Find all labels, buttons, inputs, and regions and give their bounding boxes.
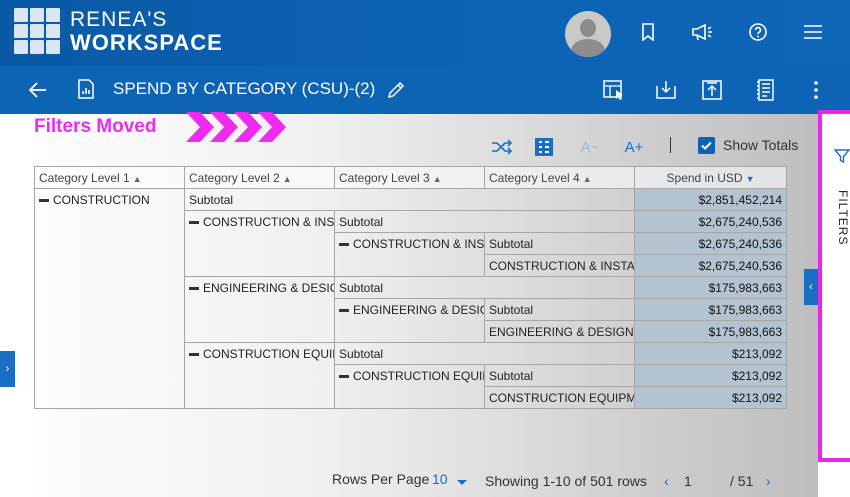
total-pages-text: / 51 <box>730 473 754 489</box>
sort-asc-icon: ▲ <box>582 173 592 184</box>
brand-line-1: RENEA'S <box>70 8 168 31</box>
sort-asc-icon: ▲ <box>132 173 142 184</box>
toolbar-divider <box>670 137 671 153</box>
report-titlebar: SPEND BY CATEGORY (CSU)-(2) <box>0 66 850 114</box>
sort-asc-icon: ▲ <box>432 173 442 184</box>
workspace-brand: RENEA'S WORKSPACE <box>70 9 223 55</box>
filter-funnel-icon[interactable] <box>834 148 850 164</box>
level3-cell[interactable]: CONSTRUCTION EQUIPMENT <box>334 364 485 409</box>
annotation-chevrons-icon <box>186 112 286 142</box>
page-title: SPEND BY CATEGORY (CSU)-(2) <box>113 79 376 98</box>
brand-line-2: WORKSPACE <box>70 30 223 55</box>
level3-cell[interactable]: ENGINEERING & DESIGN <box>334 298 485 343</box>
show-totals-checkbox[interactable] <box>698 137 715 154</box>
level2-cell[interactable]: CONSTRUCTION EQUIPMENT <box>184 342 335 409</box>
pivot-table-icon[interactable] <box>532 136 556 158</box>
level4-cell: CONSTRUCTION & INSTALLATION <box>484 254 635 277</box>
collapse-icon[interactable] <box>189 221 199 225</box>
filters-label[interactable]: FILTERS <box>836 190 850 245</box>
upload-icon[interactable] <box>700 78 724 102</box>
spend-value: $2,851,452,214 <box>634 188 787 211</box>
collapse-icon[interactable] <box>339 375 349 379</box>
report-icon <box>78 79 96 99</box>
download-icon[interactable] <box>654 78 678 102</box>
megaphone-icon[interactable] <box>690 20 714 44</box>
column-header-category-level-2[interactable]: Category Level 2 ▲ <box>184 166 335 189</box>
more-vertical-icon[interactable] <box>804 78 828 102</box>
font-increase-button[interactable]: A+ <box>622 136 646 158</box>
dropdown-caret-icon[interactable] <box>456 474 468 490</box>
show-totals-label[interactable]: Show Totals <box>723 137 798 153</box>
subtotal-cell: Subtotal <box>184 188 635 211</box>
collapse-icon[interactable] <box>189 353 199 357</box>
table-row: CONSTRUCTION Subtotal $2,851,452,214 <box>34 188 787 409</box>
table-header-row: Category Level 1 ▲ Category Level 2 ▲ Cate… <box>34 166 787 189</box>
drill-table-icon[interactable] <box>602 78 626 102</box>
right-panel-collapse-icon[interactable]: ‹ <box>804 269 818 305</box>
subtotal-cell: Subtotal <box>334 276 635 299</box>
annotation-filters-moved: Filters Moved <box>34 116 157 137</box>
spend-value: $2,675,240,536 <box>634 232 787 255</box>
subtotal-cell: Subtotal <box>484 364 635 387</box>
column-header-category-level-4[interactable]: Category Level 4 ▲ <box>484 166 635 189</box>
spend-value: $175,983,663 <box>634 298 787 321</box>
rows-per-page-label: Rows Per Page <box>332 471 430 487</box>
spend-value: $213,092 <box>634 342 787 365</box>
collapse-icon[interactable] <box>189 287 199 291</box>
collapse-icon[interactable] <box>39 199 49 203</box>
showing-rows-text: Showing 1-10 of 501 rows <box>485 473 647 489</box>
spend-value: $175,983,663 <box>634 276 787 299</box>
spend-value: $213,092 <box>634 364 787 387</box>
back-arrow-icon[interactable] <box>26 78 50 102</box>
help-icon[interactable] <box>746 20 770 44</box>
spend-value: $2,675,240,536 <box>634 210 787 233</box>
current-page-input[interactable]: 1 <box>684 473 692 489</box>
rows-per-page-select[interactable]: 10 <box>432 471 448 487</box>
pivot-table: Category Level 1 ▲ Category Level 2 ▲ Cate… <box>34 166 787 409</box>
subtotal-cell: Subtotal <box>484 232 635 255</box>
font-decrease-button[interactable]: A− <box>578 136 602 158</box>
app-header: RENEA'S WORKSPACE <box>0 0 850 66</box>
shuffle-icon[interactable] <box>490 136 514 158</box>
level4-cell: CONSTRUCTION EQUIPMENT <box>484 386 635 409</box>
level1-cell[interactable]: CONSTRUCTION <box>34 188 185 409</box>
filters-panel[interactable]: FILTERS <box>818 110 850 462</box>
level2-cell[interactable]: CONSTRUCTION & INSTALLATION <box>184 210 335 277</box>
spend-value: $213,092 <box>634 386 787 409</box>
bookmark-icon[interactable] <box>636 20 660 44</box>
column-header-category-level-1[interactable]: Category Level 1 ▲ <box>34 166 185 189</box>
next-page-icon[interactable]: › <box>766 473 771 489</box>
avatar[interactable] <box>565 11 611 57</box>
subtotal-cell: Subtotal <box>334 342 635 365</box>
collapse-icon[interactable] <box>339 309 349 313</box>
subtotal-cell: Subtotal <box>334 210 635 233</box>
level4-cell: ENGINEERING & DESIGN <box>484 320 635 343</box>
column-header-category-level-3[interactable]: Category Level 3 ▲ <box>334 166 485 189</box>
left-panel-expand-icon[interactable]: › <box>0 351 15 387</box>
level2-cell[interactable]: ENGINEERING & DESIGN <box>184 276 335 343</box>
level3-cell[interactable]: CONSTRUCTION & INSTALLATION <box>334 232 485 277</box>
spend-value: $2,675,240,536 <box>634 254 787 277</box>
notes-icon[interactable] <box>754 78 778 102</box>
prev-page-icon[interactable]: ‹ <box>664 473 669 489</box>
collapse-icon[interactable] <box>339 243 349 247</box>
workspace-logo-icon <box>14 8 60 54</box>
subtotal-cell: Subtotal <box>484 298 635 321</box>
spend-value: $175,983,663 <box>634 320 787 343</box>
hamburger-menu-icon[interactable] <box>801 20 825 44</box>
column-header-spend-usd[interactable]: Spend in USD ▼ <box>634 166 787 189</box>
edit-pencil-icon[interactable] <box>386 80 406 100</box>
sort-desc-icon: ▼ <box>745 173 755 184</box>
sort-asc-icon: ▲ <box>282 173 292 184</box>
